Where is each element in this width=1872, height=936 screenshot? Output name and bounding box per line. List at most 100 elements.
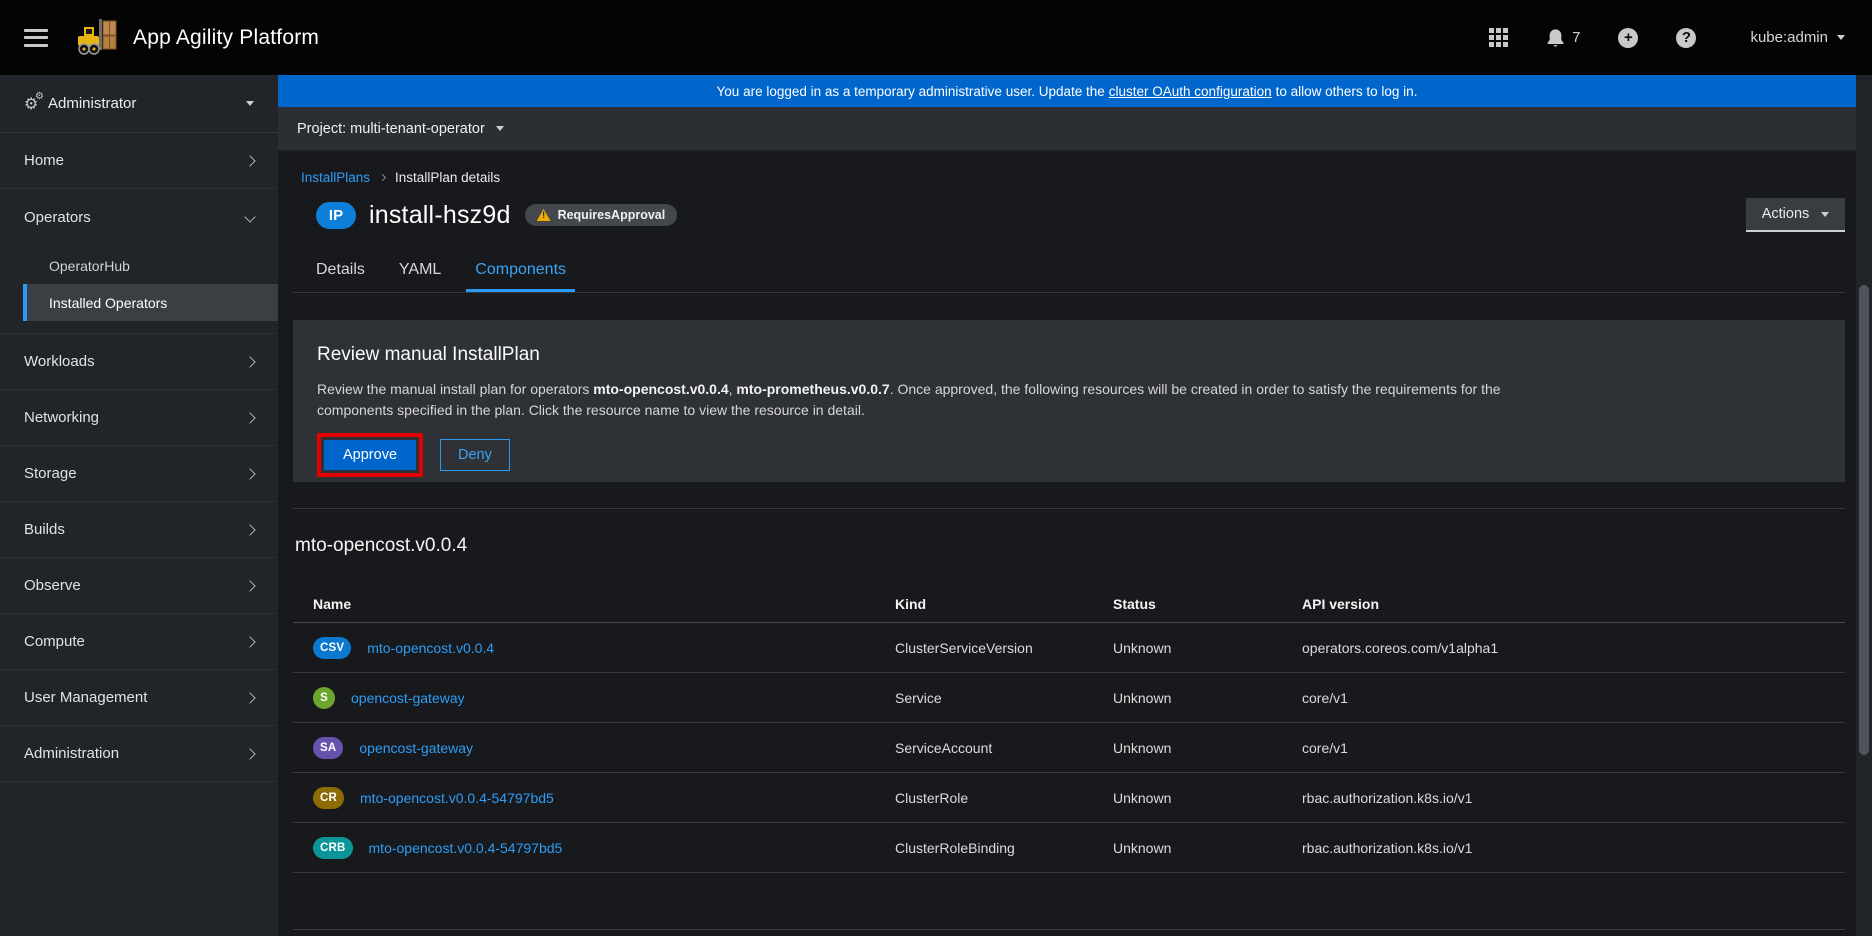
sidebar-item-compute[interactable]: Compute [0, 614, 278, 670]
status-cell: Unknown [1113, 790, 1302, 806]
main-content: Project: multi-tenant-operator InstallPl… [278, 107, 1856, 936]
resource-kind-badge: CSV [313, 637, 351, 659]
operator-name-2: mto-prometheus.v0.0.7 [736, 381, 889, 397]
api-version-cell: rbac.authorization.k8s.io/v1 [1302, 840, 1845, 856]
resource-kind-badge: CRB [313, 837, 353, 859]
chevron-right-icon [244, 692, 255, 703]
review-card-description: Review the manual install plan for opera… [317, 379, 1549, 421]
column-header-status: Status [1113, 596, 1302, 612]
caret-down-icon [1821, 212, 1829, 217]
status-cell: Unknown [1113, 740, 1302, 756]
deny-button[interactable]: Deny [440, 439, 510, 471]
chevron-down-icon [244, 211, 255, 222]
resource-link[interactable]: opencost-gateway [351, 690, 465, 706]
operators-subnav: OperatorHub Installed Operators [0, 245, 278, 334]
resource-kind-badge: S [313, 687, 335, 709]
table-row: SA opencost-gateway ServiceAccount Unkno… [293, 723, 1845, 773]
kind-cell: ClusterServiceVersion [895, 640, 1113, 656]
project-selector[interactable]: Project: multi-tenant-operator [278, 107, 1856, 151]
installplan-resource-badge: IP [316, 202, 356, 229]
scrollbar-thumb[interactable] [1859, 285, 1869, 755]
status-cell: Unknown [1113, 690, 1302, 706]
api-version-cell: operators.coreos.com/v1alpha1 [1302, 640, 1845, 656]
resource-link[interactable]: mto-opencost.v0.0.4-54797bd5 [369, 840, 563, 856]
scrollbar-track[interactable] [1856, 75, 1872, 936]
chevron-right-icon [244, 636, 255, 647]
actions-dropdown-button[interactable]: Actions [1746, 198, 1845, 232]
sidebar-item-administration[interactable]: Administration [0, 726, 278, 782]
approve-annotation-box: Approve [317, 433, 423, 477]
resource-link[interactable]: mto-opencost.v0.0.4 [367, 640, 494, 656]
hamburger-menu-icon[interactable] [24, 29, 48, 47]
login-warning-banner: You are logged in as a temporary adminis… [278, 75, 1856, 107]
next-section-divider [293, 929, 1845, 930]
column-header-api: API version [1302, 596, 1845, 612]
chevron-right-icon [244, 412, 255, 423]
sidebar-item-workloads[interactable]: Workloads [0, 334, 278, 390]
sidebar-subitem-installed-operators[interactable]: Installed Operators [23, 284, 278, 321]
caret-down-icon [1837, 35, 1845, 40]
review-card-title: Review manual InstallPlan [317, 344, 1821, 366]
notifications-button[interactable]: 7 [1546, 28, 1580, 48]
operator-name-1: mto-opencost.v0.0.4 [593, 381, 728, 397]
notification-count: 7 [1572, 29, 1580, 46]
table-row: CR mto-opencost.v0.0.4-54797bd5 ClusterR… [293, 773, 1845, 823]
user-menu[interactable]: kube:admin [1750, 29, 1845, 46]
user-name: kube:admin [1750, 29, 1828, 46]
kind-cell: ClusterRole [895, 790, 1113, 806]
page-title: install-hsz9d [369, 201, 511, 230]
app-root: App Agility Platform 7 + ? kube:admin [0, 0, 1872, 936]
chevron-right-icon [244, 468, 255, 479]
tabs: Details YAML Components [293, 252, 1845, 293]
sidebar-item-operators[interactable]: Operators [0, 189, 278, 245]
perspective-switcher[interactable]: ⚙⚙ Administrator [0, 75, 278, 133]
perspective-label: Administrator [48, 95, 246, 112]
resource-kind-badge: SA [313, 737, 343, 759]
tab-components[interactable]: Components [466, 251, 575, 292]
table-row: CSV mto-opencost.v0.0.4 ClusterServiceVe… [293, 623, 1845, 673]
kind-cell: Service [895, 690, 1113, 706]
tab-yaml[interactable]: YAML [390, 251, 450, 292]
resource-kind-badge: CR [313, 787, 344, 809]
sidebar-item-observe[interactable]: Observe [0, 558, 278, 614]
sidebar-nav: ⚙⚙ Administrator Home Operators Operator… [0, 75, 278, 936]
column-header-name: Name [313, 596, 895, 612]
warning-triangle-icon [537, 209, 551, 221]
sidebar-subitem-operatorhub[interactable]: OperatorHub [0, 247, 278, 284]
brand-logo: App Agility Platform [76, 19, 319, 57]
sidebar-item-storage[interactable]: Storage [0, 446, 278, 502]
column-header-kind: Kind [895, 596, 1113, 612]
review-installplan-card: Review manual InstallPlan Review the man… [293, 320, 1845, 482]
forklift-logo-icon [76, 19, 120, 57]
resource-link[interactable]: mto-opencost.v0.0.4-54797bd5 [360, 790, 554, 806]
table-row: S opencost-gateway Service Unknown core/… [293, 673, 1845, 723]
chevron-right-icon [244, 748, 255, 759]
sidebar-item-home[interactable]: Home [0, 133, 278, 189]
help-question-circle-icon[interactable]: ? [1676, 28, 1696, 48]
components-table: Name Kind Status API version CSV mto-ope… [293, 586, 1845, 873]
add-plus-circle-icon[interactable]: + [1618, 28, 1638, 48]
tab-details[interactable]: Details [307, 251, 374, 292]
sidebar-item-networking[interactable]: Networking [0, 390, 278, 446]
breadcrumb-separator-icon [379, 174, 386, 181]
requires-approval-badge: RequiresApproval [525, 204, 678, 226]
kind-cell: ServiceAccount [895, 740, 1113, 756]
status-cell: Unknown [1113, 840, 1302, 856]
masthead-title: App Agility Platform [133, 26, 319, 50]
app-launcher-icon[interactable] [1489, 28, 1508, 47]
sidebar-item-builds[interactable]: Builds [0, 502, 278, 558]
status-cell: Unknown [1113, 640, 1302, 656]
resource-link[interactable]: opencost-gateway [359, 740, 473, 756]
chevron-right-icon [244, 155, 255, 166]
api-version-cell: core/v1 [1302, 740, 1845, 756]
breadcrumb-link-installplans[interactable]: InstallPlans [301, 170, 370, 185]
api-version-cell: rbac.authorization.k8s.io/v1 [1302, 790, 1845, 806]
approve-button[interactable]: Approve [324, 440, 416, 470]
sidebar-item-user-management[interactable]: User Management [0, 670, 278, 726]
cluster-oauth-configuration-link[interactable]: cluster OAuth configuration [1109, 84, 1272, 99]
breadcrumb: InstallPlans InstallPlan details [301, 170, 500, 185]
api-version-cell: core/v1 [1302, 690, 1845, 706]
masthead: App Agility Platform 7 + ? kube:admin [0, 0, 1872, 75]
table-row: CRB mto-opencost.v0.0.4-54797bd5 Cluster… [293, 823, 1845, 873]
section-heading: mto-opencost.v0.0.4 [295, 535, 467, 557]
